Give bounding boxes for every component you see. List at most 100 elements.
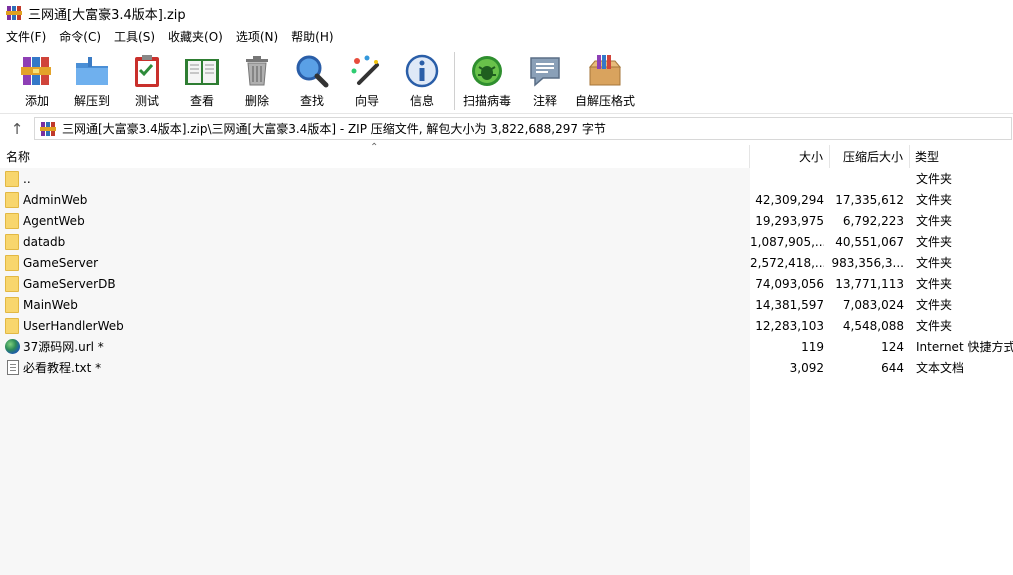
- file-type: 文件夹: [916, 256, 953, 270]
- menu-tools[interactable]: 工具(S): [108, 27, 162, 47]
- file-size: [750, 169, 824, 190]
- file-size: 2,572,418,...: [750, 256, 824, 270]
- file-type: Internet 快捷方式: [916, 340, 1013, 354]
- view-label: 查看: [189, 94, 214, 108]
- delete-label: 删除: [244, 94, 269, 108]
- list-item[interactable]: GameServerDB 74,093,056 13,771,113 文件夹: [0, 274, 1013, 295]
- file-packed-size: 6,792,223: [842, 214, 904, 228]
- toolbar-separator: [454, 52, 455, 110]
- test-label: 测试: [134, 94, 159, 108]
- winrar-app-icon: [6, 5, 22, 21]
- file-type: 文件夹: [916, 277, 953, 291]
- file-size: 19,293,975: [755, 214, 824, 228]
- column-packed-label: 压缩后大小: [842, 150, 903, 164]
- column-header-type[interactable]: 类型: [910, 145, 1013, 168]
- file-packed-size: 13,771,113: [835, 277, 904, 291]
- folder-icon: [5, 276, 21, 292]
- list-item[interactable]: 37源码网.url * 119 124 Internet 快捷方式: [0, 337, 1013, 358]
- menu-commands[interactable]: 命令(C): [53, 27, 108, 47]
- folder-icon: [5, 171, 21, 187]
- test-clipboard-icon: [127, 52, 167, 90]
- file-size: 74,093,056: [755, 277, 824, 291]
- info-button[interactable]: 信息: [394, 52, 450, 114]
- file-type: 文件夹: [916, 298, 953, 312]
- view-button[interactable]: 查看: [174, 52, 230, 114]
- list-item[interactable]: GameServer 2,572,418,... 983,356,3... 文件…: [0, 253, 1013, 274]
- window-title: 三网通[大富豪3.4版本].zip: [28, 7, 186, 23]
- extract-to-label: 解压到: [73, 94, 110, 108]
- folder-icon: [5, 297, 21, 313]
- file-size: 42,309,294: [755, 193, 824, 207]
- file-type: 文件夹: [916, 235, 953, 249]
- info-label: 信息: [409, 94, 434, 108]
- add-button[interactable]: 添加: [10, 52, 64, 114]
- file-rows: .. 文件夹 AdminWeb 42,309,294 17,335,612 文件…: [0, 169, 1013, 379]
- add-label: 添加: [24, 94, 49, 108]
- file-packed-size: 7,083,024: [842, 298, 904, 312]
- menu-help[interactable]: 帮助(H): [285, 27, 340, 47]
- file-name: 必看教程.txt *: [23, 361, 102, 375]
- extract-folder-icon: [72, 52, 112, 90]
- sfx-label: 自解压格式: [575, 94, 636, 108]
- comment-button[interactable]: 注释: [515, 52, 575, 114]
- list-item[interactable]: AdminWeb 42,309,294 17,335,612 文件夹: [0, 190, 1013, 211]
- extract-to-button[interactable]: 解压到: [64, 52, 120, 114]
- list-item[interactable]: MainWeb 14,381,597 7,083,024 文件夹: [0, 295, 1013, 316]
- toolbar: 添加 解压到 测试 查看 删除 查找 向导 信息 扫描病毒 注释 自解压格式: [0, 48, 1013, 114]
- file-packed-size: 40,551,067: [835, 235, 904, 249]
- find-button[interactable]: 查找: [284, 52, 340, 114]
- path-field[interactable]: 三网通[大富豪3.4版本].zip\三网通[大富豪3.4版本] - ZIP 压缩…: [34, 117, 1012, 140]
- file-type: 文件夹: [916, 193, 953, 207]
- add-archive-icon: [17, 52, 57, 90]
- title-bar: 三网通[大富豪3.4版本].zip: [0, 0, 1013, 26]
- archive-icon: [40, 121, 56, 137]
- file-name: 37源码网.url *: [23, 340, 104, 354]
- menu-file[interactable]: 文件(F): [0, 27, 53, 47]
- folder-icon: [5, 213, 21, 229]
- file-name: GameServer: [23, 256, 99, 270]
- list-item-parent[interactable]: .. 文件夹: [0, 169, 1013, 190]
- folder-icon: [5, 255, 21, 271]
- folder-icon: [5, 318, 21, 334]
- trash-icon: [237, 52, 277, 90]
- comment-label: 注释: [532, 94, 557, 108]
- file-name: GameServerDB: [23, 277, 116, 291]
- column-size-label: 大小: [798, 150, 823, 164]
- up-folder-button[interactable]: ↑: [0, 116, 34, 141]
- file-name: ..: [23, 172, 31, 186]
- file-size: 119: [801, 340, 824, 354]
- file-size: 1,087,905,...: [750, 235, 824, 249]
- magnifier-icon: [292, 52, 332, 90]
- file-packed-size: 4,548,088: [842, 319, 904, 333]
- file-name: MainWeb: [23, 298, 78, 312]
- view-book-icon: [182, 52, 222, 90]
- magic-wand-icon: [347, 52, 387, 90]
- sfx-button[interactable]: 自解压格式: [575, 52, 635, 114]
- menu-options[interactable]: 选项(N): [230, 27, 285, 47]
- list-item[interactable]: datadb 1,087,905,... 40,551,067 文件夹: [0, 232, 1013, 253]
- list-item[interactable]: 必看教程.txt * 3,092 644 文本文档: [0, 358, 1013, 379]
- menu-favorites[interactable]: 收藏夹(O): [162, 27, 230, 47]
- file-name: AgentWeb: [23, 214, 85, 228]
- wizard-button[interactable]: 向导: [340, 52, 394, 114]
- info-icon: [402, 52, 442, 90]
- file-name: datadb: [23, 235, 66, 249]
- test-button[interactable]: 测试: [120, 52, 174, 114]
- column-type-label: 类型: [915, 150, 940, 164]
- path-text: 三网通[大富豪3.4版本].zip\三网通[大富豪3.4版本] - ZIP 压缩…: [62, 122, 606, 136]
- file-type: 文件夹: [916, 319, 953, 333]
- file-packed-size: 644: [881, 361, 904, 375]
- file-packed-size: 17,335,612: [835, 193, 904, 207]
- text-file-icon: [5, 360, 21, 376]
- file-type: 文本文档: [916, 361, 965, 375]
- virus-scan-button[interactable]: 扫描病毒: [459, 52, 515, 114]
- column-header-size[interactable]: 大小: [750, 145, 830, 168]
- column-header-name[interactable]: 名称 ⌃: [0, 142, 750, 168]
- file-name: UserHandlerWeb: [23, 319, 124, 333]
- list-item[interactable]: AgentWeb 19,293,975 6,792,223 文件夹: [0, 211, 1013, 232]
- delete-button[interactable]: 删除: [230, 52, 284, 114]
- list-item[interactable]: UserHandlerWeb 12,283,103 4,548,088 文件夹: [0, 316, 1013, 337]
- folder-icon: [5, 234, 21, 250]
- column-header-packed[interactable]: 压缩后大小: [830, 145, 910, 168]
- comment-icon: [525, 52, 565, 90]
